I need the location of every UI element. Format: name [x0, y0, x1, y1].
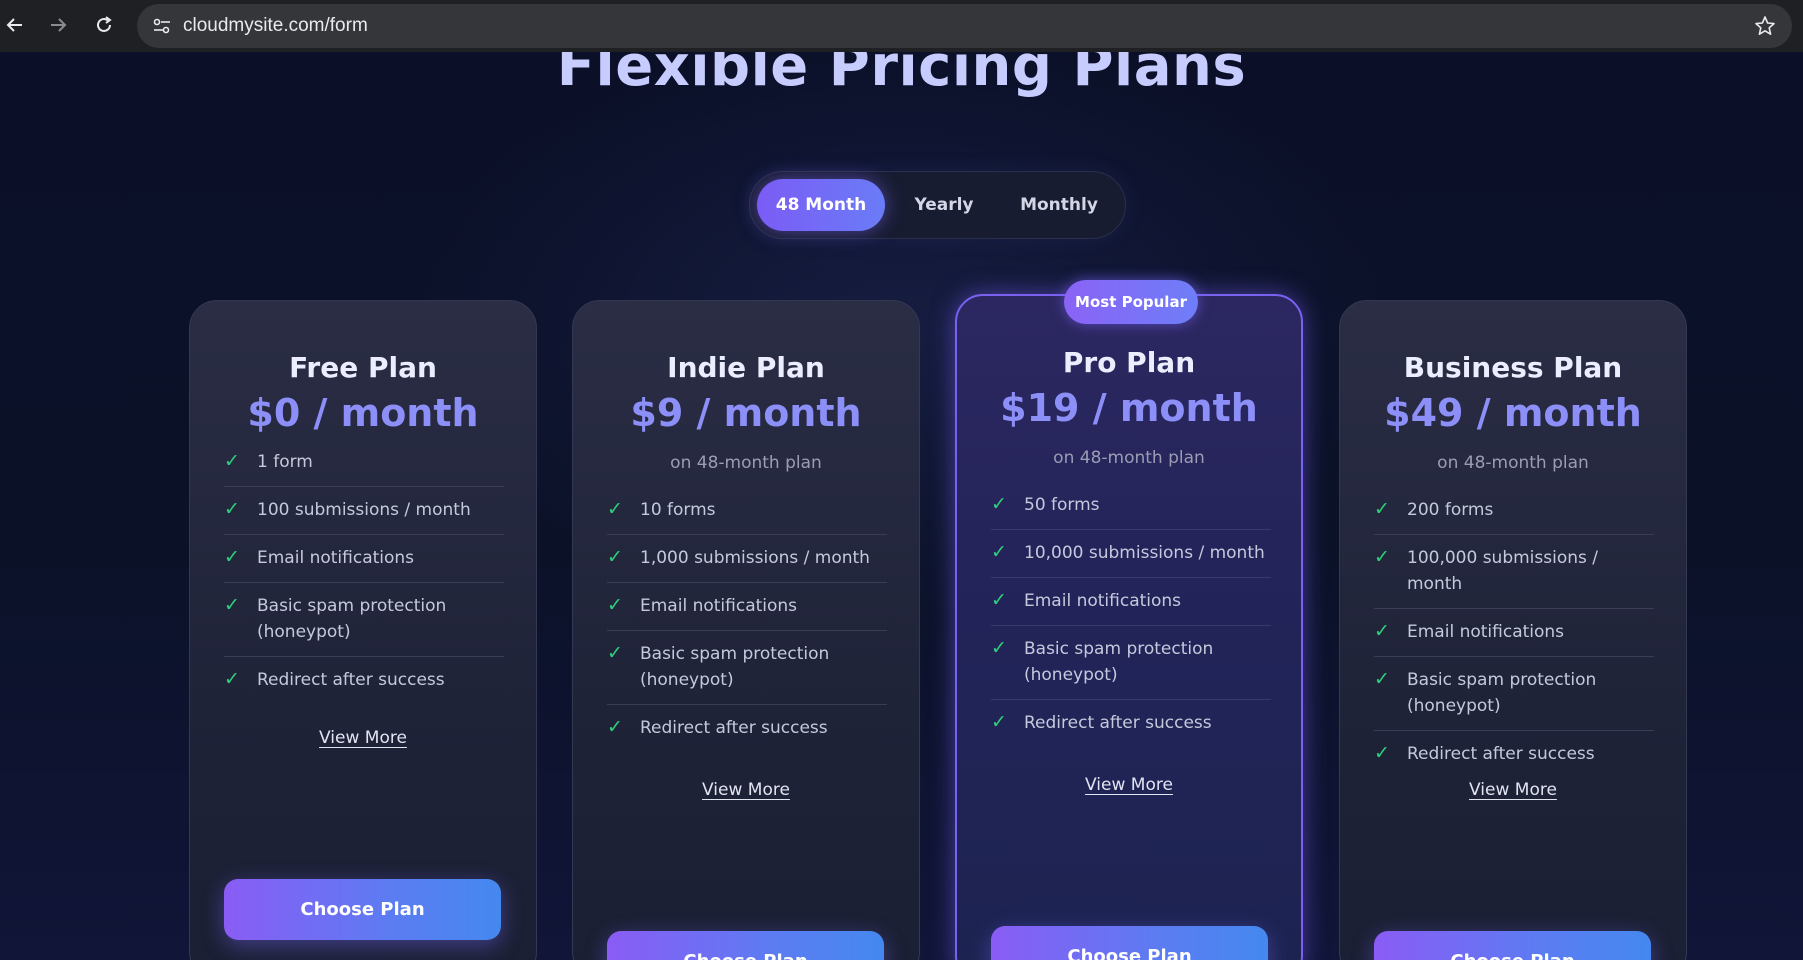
check-icon: ✓: [224, 498, 240, 520]
feature-item: ✓ Basic spam protection (honeypot): [991, 626, 1271, 700]
check-icon: ✓: [1374, 498, 1390, 520]
feature-item: ✓ 1,000 submissions / month: [607, 535, 887, 583]
check-icon: ✓: [224, 546, 240, 568]
feature-item: ✓ Email notifications: [224, 535, 504, 583]
plan-card-free: Free Plan $0 / month ✓ 1 form ✓ 100 submis…: [189, 300, 537, 960]
check-icon: ✓: [224, 450, 240, 472]
feature-item: ✓ Redirect after success: [224, 668, 445, 690]
choose-plan-button[interactable]: Choose Plan: [224, 879, 501, 940]
plan-name: Indie Plan: [667, 351, 825, 384]
check-icon: ✓: [1374, 742, 1390, 764]
check-icon: ✓: [607, 716, 623, 738]
feature-list: ✓ 1 form ✓ 100 submissions / month ✓ Email …: [224, 439, 504, 704]
plan-name: Business Plan: [1403, 351, 1623, 384]
feature-item: ✓ Redirect after success: [1374, 742, 1595, 764]
site-settings-icon[interactable]: [149, 13, 175, 39]
feature-item: ✓ 100,000 submissions / month: [1374, 535, 1654, 609]
check-icon: ✓: [1374, 546, 1390, 568]
feature-item: ✓ Basic spam protection (honeypot): [1374, 657, 1654, 731]
check-icon: ✓: [991, 637, 1007, 659]
view-more-link[interactable]: View More: [190, 728, 536, 748]
feature-item: ✓ Email notifications: [991, 578, 1271, 626]
most-popular-badge: Most Popular: [1064, 280, 1198, 324]
check-icon: ✓: [607, 498, 623, 520]
feature-item: ✓ 100 submissions / month: [224, 487, 504, 535]
check-icon: ✓: [991, 589, 1007, 611]
plan-price: $19 / month: [1000, 386, 1258, 430]
choose-plan-button[interactable]: Choose Plan: [1374, 931, 1651, 960]
choose-plan-button[interactable]: Choose Plan: [607, 931, 884, 960]
feature-item: ✓ Redirect after success: [991, 711, 1212, 733]
check-icon: ✓: [607, 546, 623, 568]
plan-card-pro: Most Popular Pro Plan $19 / month on 48-…: [955, 280, 1303, 960]
feature-item: ✓ Email notifications: [1374, 609, 1654, 657]
plan-name: Free Plan: [289, 351, 437, 384]
feature-item: ✓ Basic spam protection (honeypot): [607, 631, 887, 705]
feature-item: ✓ Basic spam protection (honeypot): [224, 583, 504, 657]
plan-card-business: Business Plan $49 / month on 48-month pl…: [1339, 300, 1687, 960]
plan-name: Pro Plan: [1062, 346, 1196, 379]
feature-item: ✓ 10 forms: [607, 487, 887, 535]
check-icon: ✓: [224, 668, 240, 690]
browser-toolbar: cloudmysite.com/form: [0, 0, 1803, 52]
back-arrow-icon[interactable]: [0, 10, 30, 40]
billing-period-toggle: 48 Month Yearly Monthly: [749, 171, 1126, 239]
plan-subtitle: on 48-month plan: [1437, 453, 1589, 473]
check-icon: ✓: [224, 594, 240, 616]
plan-subtitle: on 48-month plan: [670, 453, 822, 473]
check-icon: ✓: [607, 642, 623, 664]
plan-price: $9 / month: [630, 391, 862, 435]
feature-item: ✓ 50 forms: [991, 482, 1271, 530]
feature-list: ✓ 200 forms ✓ 100,000 submissions / month …: [1374, 487, 1654, 778]
toggle-monthly[interactable]: Monthly: [1002, 179, 1116, 231]
view-more-link[interactable]: View More: [957, 775, 1301, 795]
plan-subtitle: on 48-month plan: [1053, 448, 1205, 468]
address-bar[interactable]: cloudmysite.com/form: [137, 4, 1792, 48]
plan-card-indie: Indie Plan $9 / month on 48-month plan ✓…: [572, 300, 920, 960]
check-icon: ✓: [991, 711, 1007, 733]
check-icon: ✓: [991, 541, 1007, 563]
forward-arrow-icon[interactable]: [43, 10, 73, 40]
feature-list: ✓ 50 forms ✓ 10,000 submissions / month ✓ E…: [991, 482, 1271, 747]
view-more-link[interactable]: View More: [1340, 780, 1686, 800]
page-title: Flexible Pricing Plans: [556, 52, 1247, 99]
toggle-48-month[interactable]: 48 Month: [757, 179, 885, 231]
feature-item: ✓ Redirect after success: [607, 716, 828, 738]
pricing-page: Flexible Pricing Plans 48 Month Yearly M…: [0, 52, 1803, 960]
toggle-yearly[interactable]: Yearly: [890, 179, 998, 231]
url-text[interactable]: cloudmysite.com/form: [183, 15, 368, 37]
check-icon: ✓: [607, 594, 623, 616]
reload-icon[interactable]: [89, 10, 119, 40]
check-icon: ✓: [1374, 668, 1390, 690]
plan-price: $49 / month: [1384, 391, 1642, 435]
feature-item: ✓ 1 form: [224, 439, 504, 487]
plan-price: $0 / month: [247, 391, 479, 435]
feature-item: ✓ 10,000 submissions / month: [991, 530, 1271, 578]
choose-plan-button[interactable]: Choose Plan: [991, 926, 1268, 960]
feature-item: ✓ 200 forms: [1374, 487, 1654, 535]
feature-list: ✓ 10 forms ✓ 1,000 submissions / month ✓ Em…: [607, 487, 887, 752]
view-more-link[interactable]: View More: [573, 780, 919, 800]
bookmark-star-icon[interactable]: [1754, 15, 1776, 37]
check-icon: ✓: [991, 493, 1007, 515]
feature-item: ✓ Email notifications: [607, 583, 887, 631]
check-icon: ✓: [1374, 620, 1390, 642]
